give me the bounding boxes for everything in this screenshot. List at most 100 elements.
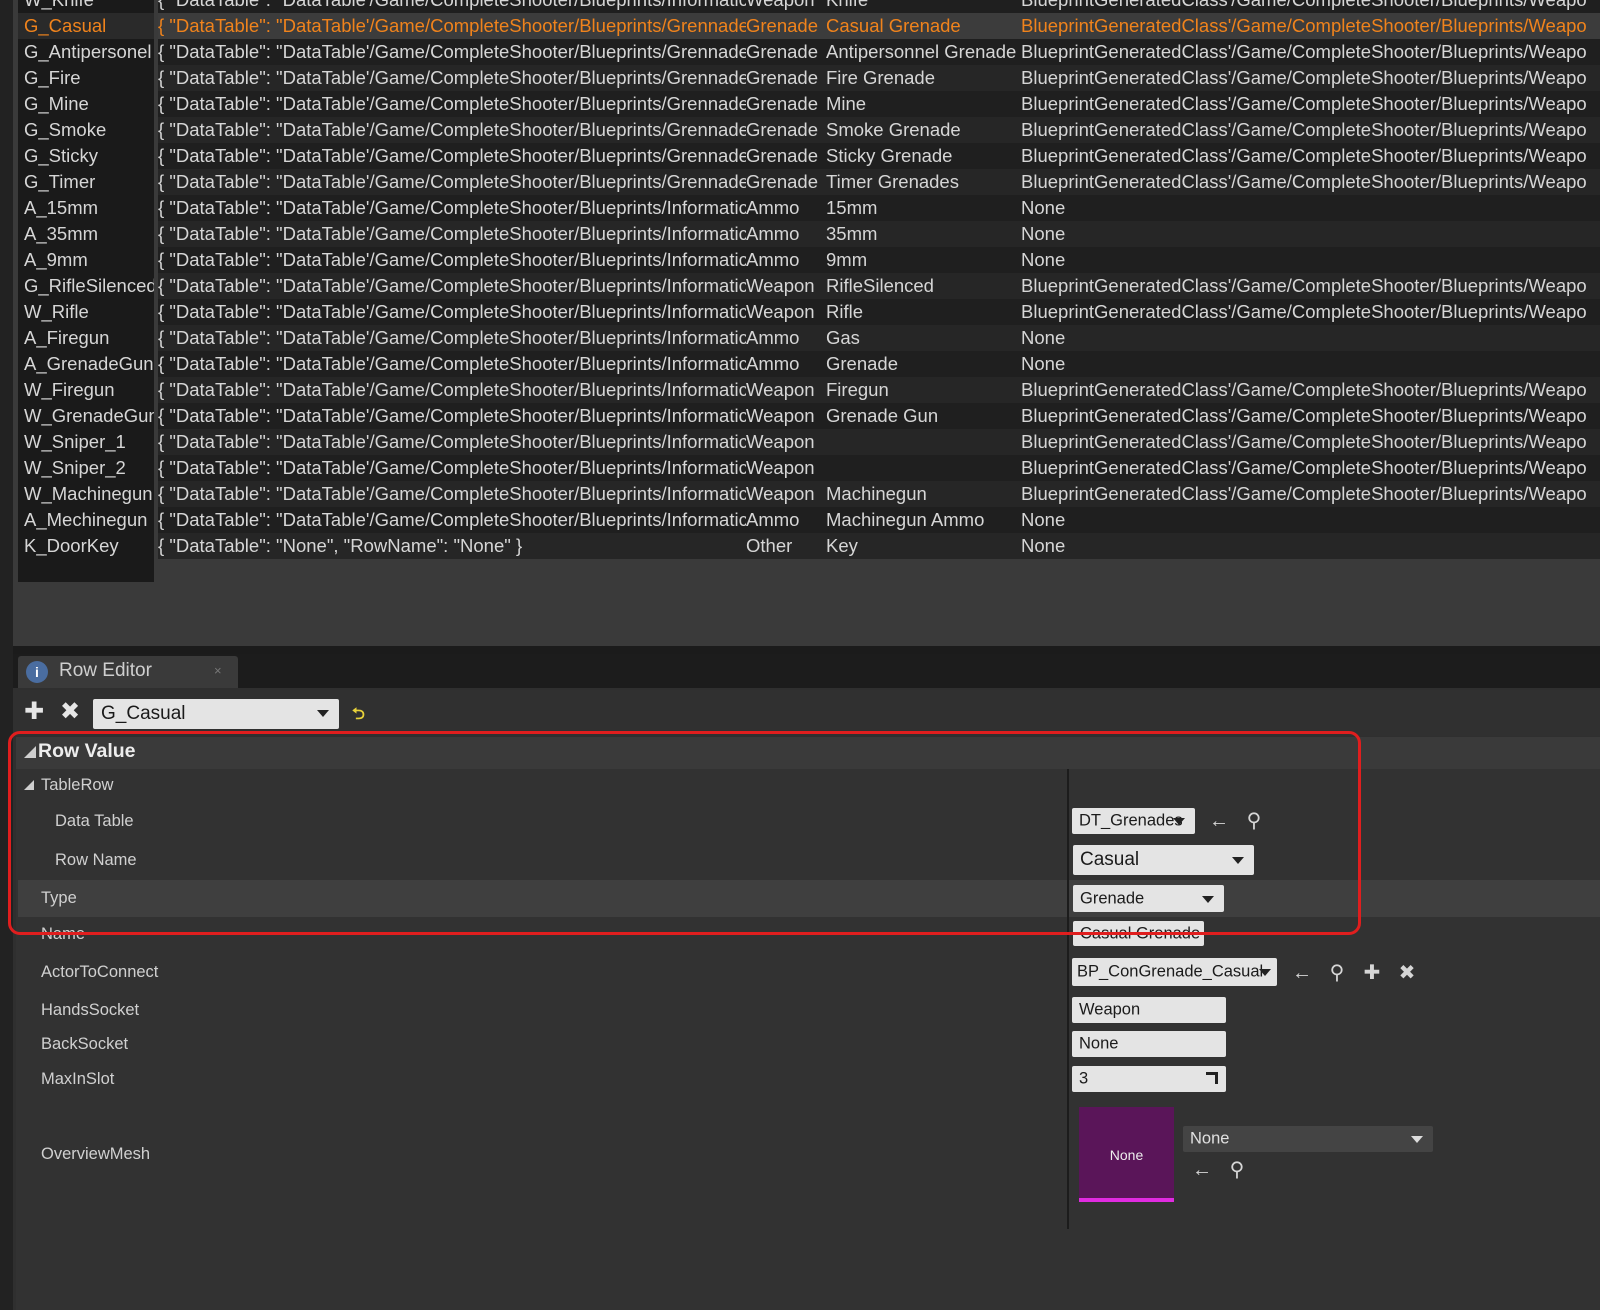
row-actor-cell: None <box>1021 247 1600 273</box>
row-select-value: G_Casual <box>101 703 186 724</box>
mesh-thumbnail[interactable]: None <box>1079 1107 1174 1202</box>
row-type-cell: Weapon <box>746 455 826 481</box>
row-type-cell: Ammo <box>746 247 826 273</box>
table-row[interactable]: A_9mm{ "DataTable": "DataTable'/Game/Com… <box>13 247 1600 273</box>
row-type-cell: Weapon <box>746 273 826 299</box>
row-json-cell: { "DataTable": "DataTable'/Game/Complete… <box>158 429 746 455</box>
add-row-button[interactable]: ✚ <box>22 700 46 724</box>
row-actor-cell: BlueprintGeneratedClass'/Game/CompleteSh… <box>1021 377 1600 403</box>
table-row[interactable]: G_Sticky{ "DataTable": "DataTable'/Game/… <box>13 143 1600 169</box>
table-row[interactable]: W_Sniper_2{ "DataTable": "DataTable'/Gam… <box>13 455 1600 481</box>
table-row[interactable]: W_Machinegun{ "DataTable": "DataTable'/G… <box>13 481 1600 507</box>
row-name-cell: G_Antipersonel <box>18 39 154 65</box>
row-name-cell: W_Knife <box>18 0 154 13</box>
hands-socket-field[interactable]: Weapon <box>1072 997 1226 1023</box>
table-row[interactable]: A_Mechinegun{ "DataTable": "DataTable'/G… <box>13 507 1600 533</box>
back-socket-field[interactable]: None <box>1072 1031 1226 1057</box>
table-row[interactable]: W_Rifle{ "DataTable": "DataTable'/Game/C… <box>13 299 1600 325</box>
row-select-dropdown[interactable]: G_Casual <box>93 699 339 729</box>
row-display-name-cell: 35mm <box>826 221 1026 247</box>
remove-row-button[interactable]: ✖ <box>58 700 82 724</box>
row-actor-cell: BlueprintGeneratedClass'/Game/CompleteSh… <box>1021 143 1600 169</box>
table-row[interactable]: W_Sniper_1{ "DataTable": "DataTable'/Gam… <box>13 429 1600 455</box>
resize-icon[interactable] <box>1206 1072 1218 1084</box>
type-dropdown[interactable]: Grenade <box>1073 885 1224 912</box>
chevron-down-icon <box>1173 818 1185 825</box>
use-selected-arrow-icon[interactable]: ← <box>1291 963 1313 983</box>
data-table-dropdown[interactable]: DT_Grenades <box>1072 808 1195 834</box>
row-display-name-cell: Machinegun Ammo <box>826 507 1026 533</box>
table-row[interactable]: A_15mm{ "DataTable": "DataTable'/Game/Co… <box>13 195 1600 221</box>
search-icon[interactable]: ⚲ <box>1326 963 1348 983</box>
row-type-cell: Weapon <box>746 299 826 325</box>
row-type-cell: Weapon <box>746 403 826 429</box>
panel-splitter[interactable] <box>13 646 1600 654</box>
row-value-header[interactable]: Row Value <box>16 737 1600 769</box>
reset-icon[interactable]: ⮌ <box>352 703 365 730</box>
expand-triangle-icon[interactable] <box>24 780 34 790</box>
tab-close-button[interactable]: × <box>214 663 222 678</box>
table-row[interactable]: G_Fire{ "DataTable": "DataTable'/Game/Co… <box>13 65 1600 91</box>
table-row[interactable]: G_Casual{ "DataTable": "DataTable'/Game/… <box>13 13 1600 39</box>
row-display-name-cell: Firegun <box>826 377 1026 403</box>
row-actor-cell: BlueprintGeneratedClass'/Game/CompleteSh… <box>1021 429 1600 455</box>
row-name-cell: A_Firegun <box>18 325 154 351</box>
row-display-name-cell: RifleSilenced <box>826 273 1026 299</box>
overview-mesh-dropdown[interactable]: None <box>1183 1126 1433 1152</box>
row-json-cell: { "DataTable": "DataTable'/Game/Complete… <box>158 169 746 195</box>
row-name-dropdown[interactable]: Casual <box>1073 845 1254 875</box>
row-name-cell: G_RifleSilenced <box>18 273 154 299</box>
table-row[interactable]: A_Firegun{ "DataTable": "DataTable'/Game… <box>13 325 1600 351</box>
chevron-down-icon <box>1202 895 1214 903</box>
table-row[interactable]: W_GrenadeGun{ "DataTable": "DataTable'/G… <box>13 403 1600 429</box>
table-row[interactable]: K_DoorKey{ "DataTable": "None", "RowName… <box>13 533 1600 559</box>
table-row[interactable]: G_RifleSilenced{ "DataTable": "DataTable… <box>13 273 1600 299</box>
name-field[interactable]: Casual Grenade <box>1073 921 1204 946</box>
use-selected-arrow-icon[interactable]: ← <box>1208 811 1230 831</box>
row-display-name-cell: Grenade Gun <box>826 403 1026 429</box>
row-name-cell: G_Fire <box>18 65 154 91</box>
table-row[interactable]: G_Smoke{ "DataTable": "DataTable'/Game/C… <box>13 117 1600 143</box>
column-splitter[interactable] <box>1067 769 1069 1229</box>
row-actor-cell: BlueprintGeneratedClass'/Game/CompleteSh… <box>1021 299 1600 325</box>
row-display-name-cell: Machinegun <box>826 481 1026 507</box>
row-type-cell: Grenade <box>746 91 826 117</box>
row-display-name-cell: Knife <box>826 0 1026 13</box>
search-icon[interactable]: ⚲ <box>1226 1160 1248 1180</box>
table-row[interactable]: G_Timer{ "DataTable": "DataTable'/Game/C… <box>13 169 1600 195</box>
row-actor-cell: BlueprintGeneratedClass'/Game/CompleteSh… <box>1021 0 1600 13</box>
row-name-label: Row Name <box>55 851 137 869</box>
table-row[interactable]: W_Knife { "DataTable": "DataTable'/Game/C… <box>13 0 1600 13</box>
row-name-cell: G_Smoke <box>18 117 154 143</box>
row-display-name-cell: Antipersonnel Grenade <box>826 39 1026 65</box>
plus-icon[interactable]: ✚ <box>1361 963 1383 983</box>
row-actor-cell: None <box>1021 195 1600 221</box>
data-table-label: Data Table <box>55 812 134 830</box>
tab-bar <box>13 654 1600 688</box>
row-type-cell: Ammo <box>746 325 826 351</box>
table-row[interactable]: G_Antipersonel{ "DataTable": "DataTable'… <box>13 39 1600 65</box>
row-display-name-cell <box>826 455 1026 481</box>
max-in-slot-field[interactable]: 3 <box>1072 1066 1226 1092</box>
expand-triangle-icon <box>24 746 36 758</box>
data-table-value: DT_Grenades <box>1079 811 1183 830</box>
table-row[interactable]: W_Firegun{ "DataTable": "DataTable'/Game… <box>13 377 1600 403</box>
search-icon[interactable]: ⚲ <box>1243 811 1265 831</box>
row-display-name-cell: 9mm <box>826 247 1026 273</box>
row-json-cell: { "DataTable": "DataTable'/Game/Complete… <box>158 13 746 39</box>
clear-icon[interactable]: ✖ <box>1396 963 1418 983</box>
row-json-cell: { "DataTable": "DataTable'/Game/Complete… <box>158 299 746 325</box>
tab-row-editor[interactable]: i Row Editor × <box>18 656 238 688</box>
properties-area <box>16 769 1600 1310</box>
row-json-cell: { "DataTable": "DataTable'/Game/Complete… <box>158 273 746 299</box>
actor-to-connect-dropdown[interactable]: BP_ConGrenade_Casual <box>1072 958 1277 986</box>
table-row[interactable]: G_Mine{ "DataTable": "DataTable'/Game/Co… <box>13 91 1600 117</box>
row-type-cell: Grenade <box>746 65 826 91</box>
row-name-cell: G_Sticky <box>18 143 154 169</box>
hands-socket-label: HandsSocket <box>41 1001 140 1019</box>
row-type-cell: Other <box>746 533 826 559</box>
use-selected-arrow-icon[interactable]: ← <box>1191 1160 1213 1180</box>
table-row[interactable]: A_GrenadeGun{ "DataTable": "DataTable'/G… <box>13 351 1600 377</box>
table-row[interactable]: A_35mm{ "DataTable": "DataTable'/Game/Co… <box>13 221 1600 247</box>
row-name-cell: A_35mm <box>18 221 154 247</box>
